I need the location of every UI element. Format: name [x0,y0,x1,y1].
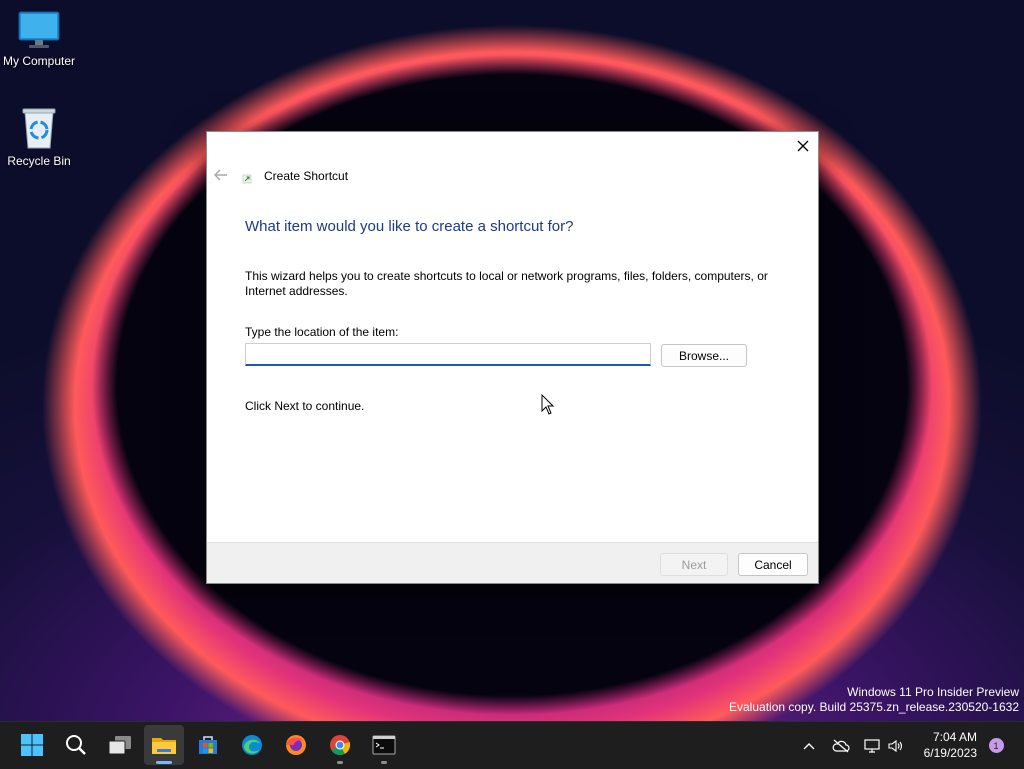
create-shortcut-dialog: Create Shortcut What item would you like… [206,131,819,584]
browse-button[interactable]: Browse... [661,344,747,367]
search-button[interactable] [56,725,96,765]
task-view-button[interactable] [100,725,140,765]
notification-badge: 1 [988,738,1004,753]
network-button[interactable] [860,722,884,769]
clock-date: 6/19/2023 [923,746,977,760]
mouse-cursor-icon [541,394,555,415]
chrome-icon [330,735,351,756]
dialog-footer: Next Cancel [207,542,818,583]
recycle-bin-icon [22,108,56,149]
notification-count: 1 [993,740,999,751]
store-icon [199,736,217,754]
volume-button[interactable] [884,722,908,769]
search-icon [66,735,86,755]
show-hidden-icons-button[interactable] [798,722,820,769]
desktop-icon-label: Recycle Bin [7,154,71,168]
clock-time: 7:04 AM [932,730,977,744]
desktop-icon-label: My Computer [2,54,76,68]
continue-instruction: Click Next to continue. [245,399,365,413]
active-indicator [156,761,172,764]
back-arrow-icon [214,169,227,181]
terminal-icon [372,735,396,755]
terminal-button[interactable] [364,725,404,765]
firefox-button[interactable] [276,725,316,765]
edge-button[interactable] [232,725,272,765]
wizard-description: This wizard helps you to create shortcut… [245,269,768,298]
next-button[interactable]: Next [660,553,728,576]
taskbar: 7:04 AM 6/19/2023 1 [0,721,1024,769]
network-icon [864,738,880,753]
running-indicator [381,761,387,764]
desktop-icon-my-computer[interactable]: My Computer [0,10,78,68]
windows-logo-icon [21,734,43,756]
cloud-offline-icon [832,739,850,752]
location-label: Type the location of the item: [245,325,399,339]
location-input[interactable] [245,343,651,366]
monitor-icon [18,11,60,48]
cancel-button[interactable]: Cancel [738,553,808,576]
back-button[interactable] [213,168,233,184]
windows-watermark: Windows 11 Pro Insider Preview Evaluatio… [729,685,1019,715]
clock[interactable]: 7:04 AM 6/19/2023 [924,729,977,761]
onedrive-status-button[interactable] [828,722,854,769]
task-view-icon [108,736,131,755]
speaker-icon [888,739,903,752]
file-explorer-button[interactable] [144,725,184,765]
edge-icon [242,735,262,755]
dialog-title: Create Shortcut [264,169,349,183]
close-icon [797,140,809,152]
firefox-icon [286,735,306,755]
watermark-build: Evaluation copy. Build 25375.zn_release.… [729,700,1019,714]
close-button[interactable] [788,132,818,160]
chevron-up-icon [803,742,815,749]
store-button[interactable] [188,725,228,765]
wizard-heading: What item would you like to create a sho… [245,218,574,235]
chrome-button[interactable] [320,725,360,765]
watermark-edition: Windows 11 Pro Insider Preview [847,685,1019,699]
folder-icon [152,738,176,754]
running-indicator [337,761,343,764]
notification-center-button[interactable]: 1 [986,722,1006,769]
shortcut-wizard-icon [242,174,252,184]
start-button[interactable] [12,725,52,765]
desktop-icon-recycle-bin[interactable]: Recycle Bin [0,106,78,168]
